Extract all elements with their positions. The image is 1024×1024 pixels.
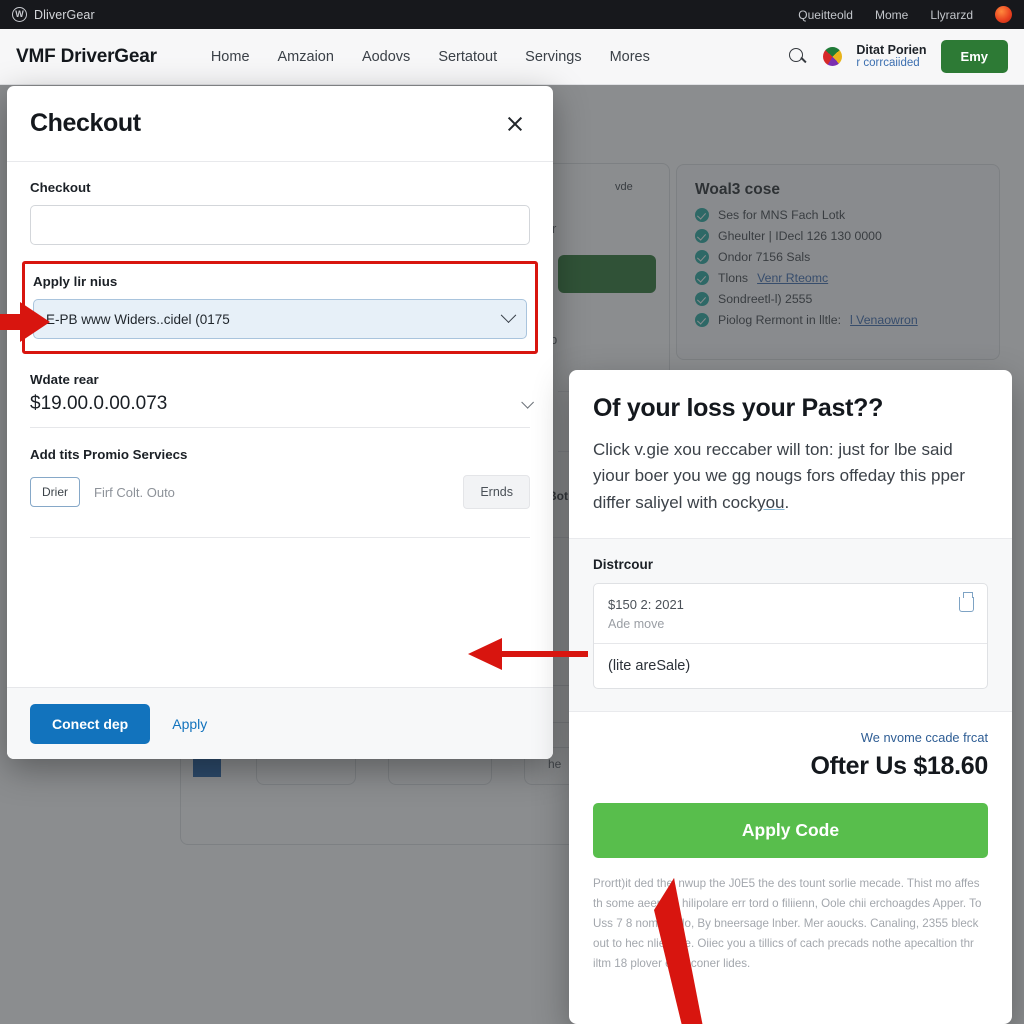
profile-dot-icon[interactable] bbox=[823, 47, 843, 66]
discount-card: $150 2: 2021 Ade move (lite areSale) bbox=[593, 583, 988, 690]
amount-value: $19.00.0.00.073 bbox=[30, 393, 168, 414]
promo-hint-text: Firf Colt. Outo bbox=[94, 484, 175, 500]
nav-item-home[interactable]: Home bbox=[211, 49, 250, 65]
discount-note: Ade move bbox=[608, 617, 665, 632]
nav-item-sertatout[interactable]: Sertatout bbox=[438, 49, 497, 65]
chevron-down-icon bbox=[500, 306, 517, 323]
apply-code-cta-wrap: Apply Code bbox=[569, 803, 1012, 859]
checkout-modal-header: Checkout bbox=[7, 86, 553, 162]
page-title: Checkout bbox=[30, 109, 141, 137]
discount-label: Distrcour bbox=[593, 557, 654, 573]
total-amount: Ofter Us $18.60 bbox=[810, 752, 988, 781]
promo-row: Drier Firf Colt. Outo Ernds bbox=[30, 475, 530, 538]
total-section: We nvome ccade frcat Ofter Us $18.60 bbox=[569, 712, 1012, 803]
site-nav: Home Amzaion Aodovs Sertatout Servings M… bbox=[211, 49, 650, 65]
nav-item-mores[interactable]: Mores bbox=[610, 49, 650, 65]
app-brand: W DliverGear bbox=[12, 7, 95, 22]
checkout-modal: Checkout Checkout Apply lir nius E-PB ww… bbox=[7, 86, 553, 759]
titlebar-menu-item-1[interactable]: Mome bbox=[875, 8, 908, 22]
nav-item-aodovs[interactable]: Aodovs bbox=[362, 49, 410, 65]
promo-offer-body-tail: . bbox=[784, 492, 790, 512]
connect-button[interactable]: Conect dep bbox=[30, 703, 151, 744]
checkout-modal-footer: Conect dep Apply bbox=[7, 687, 553, 759]
account-status: r corrcaiided bbox=[856, 57, 920, 70]
promo-offer-title: Of your loss your Past?? bbox=[593, 394, 884, 422]
account-name: Ditat Porien bbox=[856, 42, 927, 57]
search-icon[interactable] bbox=[787, 46, 809, 68]
apply-select[interactable]: E-PB www Widers..cidel (0175 bbox=[33, 299, 527, 339]
account-summary[interactable]: Ditat Porien r corrcaiided bbox=[856, 43, 926, 71]
site-header-actions: Ditat Porien r corrcaiided Emy bbox=[787, 40, 1008, 73]
checkout-field-label: Checkout bbox=[30, 180, 91, 195]
apply-code-button[interactable]: Apply Code bbox=[593, 803, 988, 859]
promo-pill-button[interactable]: Drier bbox=[30, 477, 80, 507]
checkout-input[interactable] bbox=[30, 205, 530, 245]
circle-w-logo-icon: W bbox=[12, 7, 27, 22]
site-logo[interactable]: VMF DriverGear bbox=[16, 46, 157, 68]
amount-row[interactable]: $19.00.0.00.073 bbox=[30, 393, 534, 428]
header-cta-button[interactable]: Emy bbox=[940, 40, 1008, 73]
app-brand-label: DliverGear bbox=[34, 7, 95, 22]
apply-link-button[interactable]: Apply bbox=[172, 716, 207, 732]
titlebar-menu-item-2[interactable]: Llyrarzd bbox=[930, 8, 973, 22]
app-title-bar: W DliverGear Queitteold Mome Llyrarzd bbox=[0, 0, 1024, 29]
user-avatar-icon[interactable] bbox=[995, 6, 1012, 23]
checkout-modal-body: Checkout Apply lir nius E-PB www Widers.… bbox=[7, 162, 553, 687]
discount-section: Distrcour $150 2: 2021 Ade move (lite ar… bbox=[569, 538, 1012, 713]
promo-offer-panel: Of your loss your Past?? Click v.gie xou… bbox=[569, 370, 1012, 1024]
titlebar-menu-item-0[interactable]: Queitteold bbox=[798, 8, 853, 22]
promo-offer-body: Click v.gie xou reccaber will ton: just … bbox=[593, 437, 988, 516]
chevron-down-icon bbox=[521, 395, 534, 409]
fine-print: Prortt)it ded the' nwup the J0E5 the des… bbox=[593, 877, 982, 970]
promo-offer-inline-link[interactable]: you bbox=[757, 493, 784, 512]
total-note: We nvome ccade frcat bbox=[860, 730, 988, 746]
promo-section-label: Add tits Promio Serviecs bbox=[30, 447, 188, 462]
site-header: VMF DriverGear Home Amzaion Aodovs Serta… bbox=[0, 29, 1024, 85]
nav-item-servings[interactable]: Servings bbox=[525, 49, 581, 65]
promo-ends-button[interactable]: Ernds bbox=[463, 475, 530, 509]
nav-item-amzaion[interactable]: Amzaion bbox=[278, 49, 334, 65]
copy-icon[interactable] bbox=[959, 592, 974, 613]
apply-section-highlight: Apply lir nius E-PB www Widers..cidel (0… bbox=[22, 261, 538, 354]
discount-code: $150 2: 2021 bbox=[608, 597, 684, 613]
discount-code-row[interactable]: $150 2: 2021 Ade move bbox=[594, 584, 987, 645]
app-title-bar-menu: Queitteold Mome Llyrarzd bbox=[798, 6, 1012, 23]
discount-secondary-row[interactable]: (lite areSale) bbox=[594, 644, 987, 688]
apply-field-label: Apply lir nius bbox=[33, 274, 118, 289]
promo-offer-header: Of your loss your Past?? Click v.gie xou… bbox=[569, 370, 1012, 538]
apply-select-value: E-PB www Widers..cidel (0175 bbox=[46, 311, 230, 327]
amount-field-label: Wdate rear bbox=[30, 372, 99, 387]
screen-root: W DliverGear Queitteold Mome Llyrarzd VM… bbox=[0, 0, 1024, 1024]
close-icon[interactable] bbox=[500, 109, 530, 139]
